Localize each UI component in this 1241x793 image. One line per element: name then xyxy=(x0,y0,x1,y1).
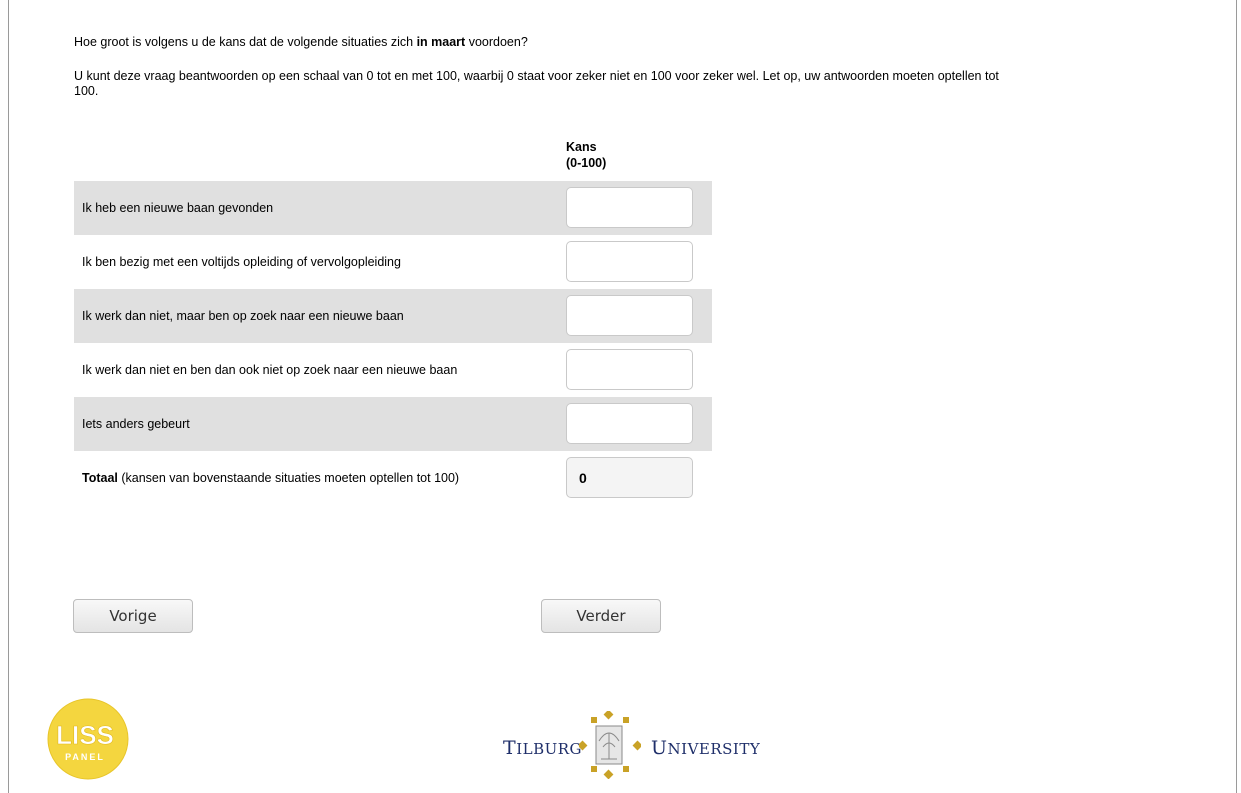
probability-input-education[interactable] xyxy=(566,241,693,282)
tilburg-university-logo: TILBURG UNIVERSITY xyxy=(503,711,761,779)
table-row: Ik ben bezig met een voltijds opleiding … xyxy=(74,235,712,289)
table-row: Ik werk dan niet en ben dan ook niet op … xyxy=(74,343,712,397)
row-label: Ik ben bezig met een voltijds opleiding … xyxy=(82,255,401,269)
column-header-range: (0-100) xyxy=(566,156,607,170)
column-header-title: Kans xyxy=(566,140,597,154)
column-header: Kans (0-100) xyxy=(566,139,606,171)
back-button[interactable]: Vorige xyxy=(73,599,193,633)
tilburg-logo-right-text: UNIVERSITY xyxy=(651,737,761,759)
row-label: Ik werk dan niet en ben dan ook niet op … xyxy=(82,363,458,377)
next-button[interactable]: Verder xyxy=(541,599,661,633)
svg-text:LISS: LISS xyxy=(56,720,114,750)
tilburg-emblem-icon xyxy=(579,711,641,779)
probability-input-not-seeking[interactable] xyxy=(566,349,693,390)
row-label: Ik werk dan niet, maar ben op zoek naar … xyxy=(82,309,404,323)
total-label: Totaal (kansen van bovenstaande situatie… xyxy=(82,471,460,485)
table-row: Iets anders gebeurt xyxy=(74,397,712,451)
probability-input-new-job[interactable] xyxy=(566,187,693,228)
question-text: Hoe groot is volgens u de kans dat de vo… xyxy=(74,35,528,49)
question-instructions: U kunt deze vraag beantwoorden op een sc… xyxy=(74,69,999,98)
total-row: Totaal (kansen van bovenstaande situatie… xyxy=(74,451,712,505)
probability-input-other[interactable] xyxy=(566,403,693,444)
liss-panel-logo: LISS PANEL xyxy=(47,698,129,780)
probability-input-job-seeking[interactable] xyxy=(566,295,693,336)
question-month: in maart xyxy=(416,35,466,49)
row-label: Iets anders gebeurt xyxy=(82,417,190,431)
row-label: Ik heb een nieuwe baan gevonden xyxy=(82,201,274,215)
total-field xyxy=(566,457,693,498)
svg-text:PANEL: PANEL xyxy=(65,752,105,762)
tilburg-logo-left-text: TILBURG xyxy=(503,737,583,759)
table-row: Ik heb een nieuwe baan gevonden xyxy=(74,181,712,235)
table-row: Ik werk dan niet, maar ben op zoek naar … xyxy=(74,289,712,343)
